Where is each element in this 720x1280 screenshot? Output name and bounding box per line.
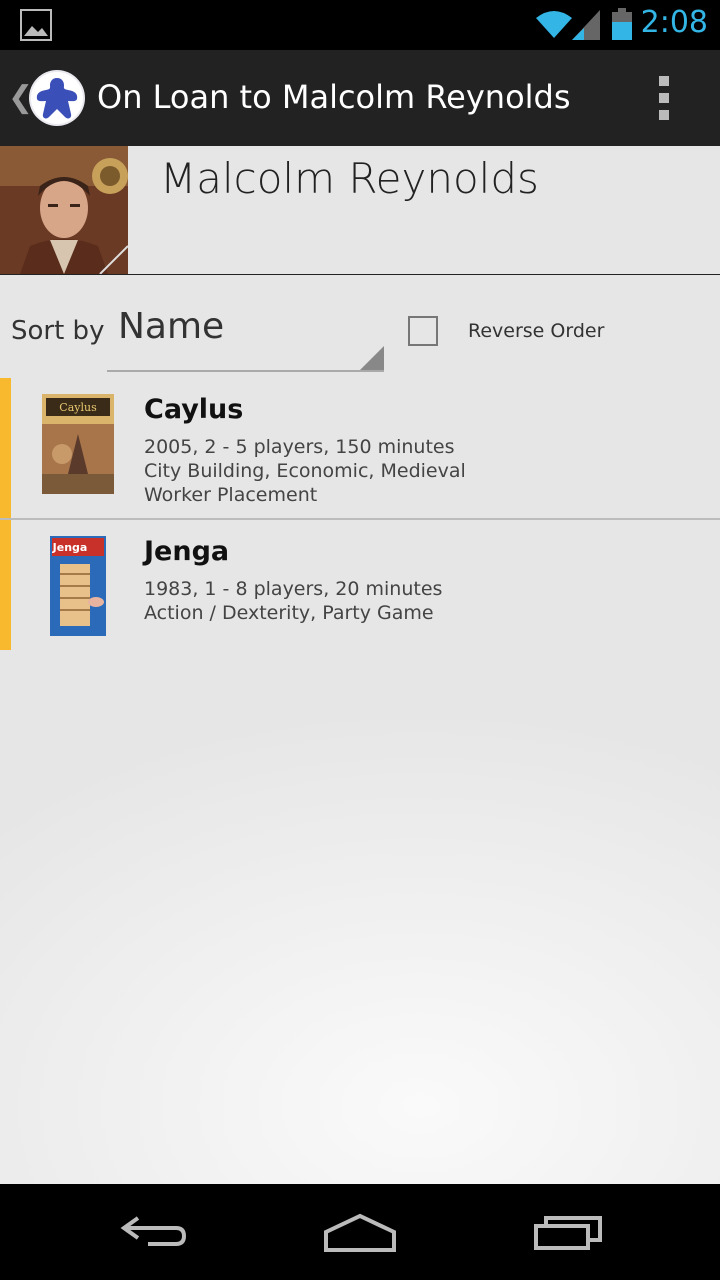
game-info-line: 1983, 1 - 8 players, 20 minutes — [144, 578, 443, 600]
list-item[interactable]: Caylus Caylus 2005, 2 - 5 players, 150 m… — [0, 378, 720, 518]
home-icon[interactable] — [322, 1212, 398, 1254]
main-content: Malcolm Reynolds Sort by Name Reverse Or… — [0, 146, 720, 1184]
recent-apps-icon[interactable] — [532, 1212, 604, 1252]
game-categories-line: Action / Dexterity, Party Game — [144, 602, 434, 624]
signal-icon — [572, 10, 600, 40]
battery-icon — [612, 8, 632, 40]
wifi-icon — [536, 11, 572, 38]
avatar — [0, 146, 128, 274]
game-info-line: 2005, 2 - 5 players, 150 minutes — [144, 436, 455, 458]
loan-accent-bar — [0, 378, 11, 518]
reverse-order-label[interactable]: Reverse Order — [468, 320, 604, 342]
meeple-logo-icon[interactable] — [28, 68, 86, 128]
svg-text:Caylus: Caylus — [59, 401, 97, 414]
game-list: Caylus Caylus 2005, 2 - 5 players, 150 m… — [0, 378, 720, 650]
sort-row: Sort by Name Reverse Order — [0, 296, 720, 376]
game-thumbnail: Caylus — [42, 394, 114, 494]
sort-spinner[interactable]: Name — [107, 296, 384, 372]
sort-label: Sort by — [11, 316, 105, 346]
game-categories-line: City Building, Economic, Medieval — [144, 460, 466, 482]
action-bar-title: On Loan to Malcolm Reynolds — [97, 78, 571, 116]
svg-text:Jenga: Jenga — [52, 541, 88, 554]
buddy-header: Malcolm Reynolds — [0, 146, 720, 275]
buddy-name: Malcolm Reynolds — [160, 154, 539, 203]
overflow-menu-icon[interactable] — [652, 76, 676, 120]
loan-accent-bar — [0, 520, 11, 650]
list-item[interactable]: Jenga Jenga 1983, 1 - 8 players, 20 minu… — [0, 520, 720, 650]
game-mechanics-line: Worker Placement — [144, 484, 318, 506]
reverse-order-checkbox[interactable] — [408, 316, 438, 346]
picture-icon — [20, 9, 52, 41]
game-title: Jenga — [144, 536, 230, 567]
status-bar: 2:08 — [0, 0, 720, 50]
game-thumbnail: Jenga — [50, 536, 106, 636]
game-title: Caylus — [144, 394, 244, 425]
back-icon[interactable] — [118, 1212, 190, 1252]
status-clock: 2:08 — [640, 5, 708, 40]
action-bar: ❮ On Loan to Malcolm Reynolds — [0, 50, 720, 147]
sort-spinner-value: Name — [118, 306, 225, 347]
navigation-bar — [0, 1184, 720, 1280]
spinner-arrow-icon — [360, 346, 384, 370]
